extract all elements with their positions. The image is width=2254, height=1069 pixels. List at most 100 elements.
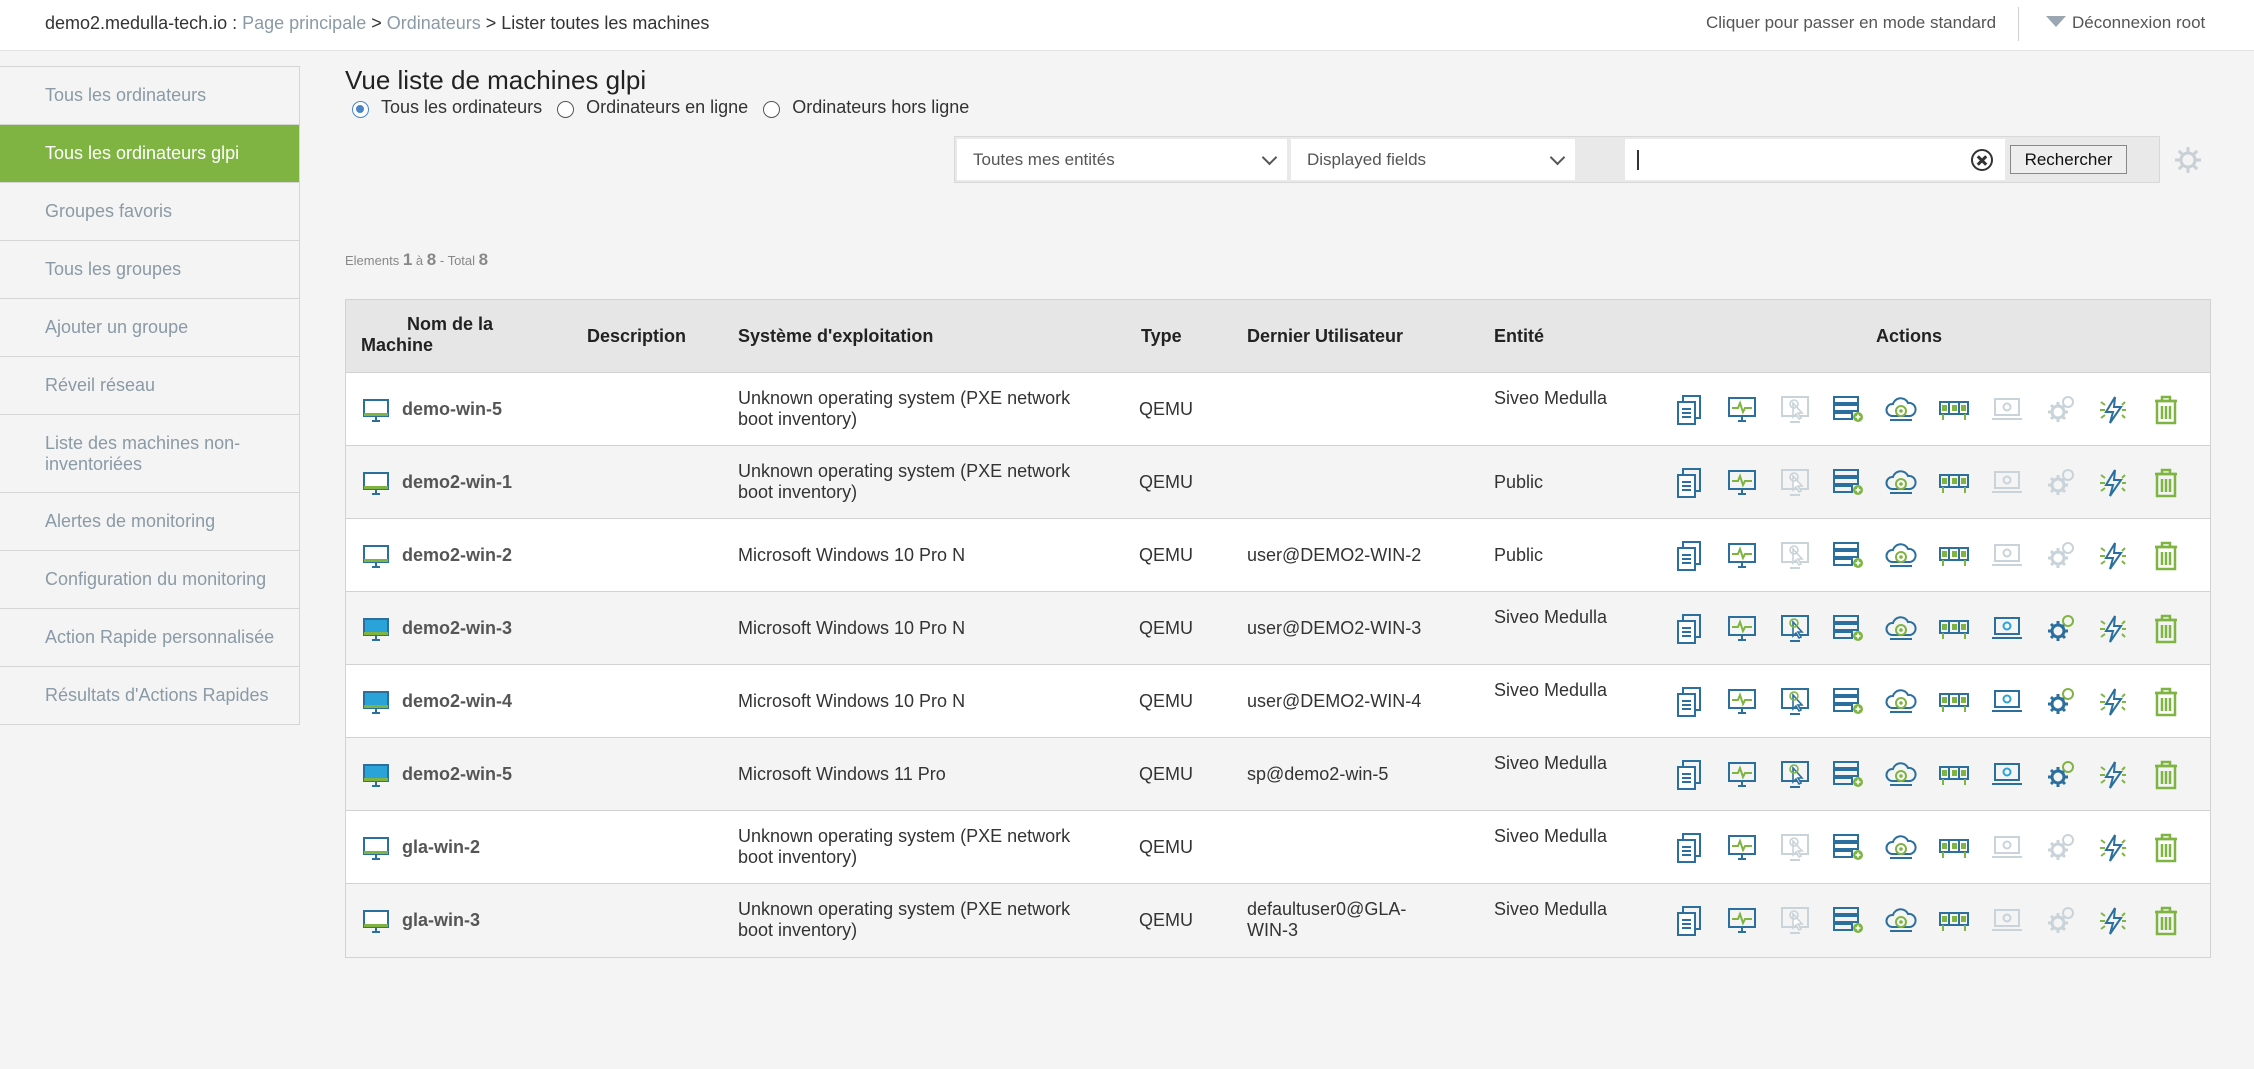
deploy-software-icon[interactable] <box>1821 467 1874 499</box>
deploy-software-icon[interactable] <box>1821 394 1874 426</box>
backup-icon[interactable] <box>1874 613 1927 645</box>
table-row[interactable]: demo2-win-2 Microsoft Windows 10 Pro N QEM… <box>346 519 2210 592</box>
backup-icon[interactable] <box>1874 832 1927 864</box>
breadcrumb-home-link[interactable]: Page principale <box>242 13 366 33</box>
sidebar-item[interactable]: Résultats d'Actions Rapides <box>0 667 299 725</box>
sidebar-item[interactable]: Action Rapide personnalisée <box>0 609 299 667</box>
delete-icon[interactable] <box>2139 686 2192 718</box>
radio-online-computers[interactable] <box>557 101 575 118</box>
wake-on-lan-icon[interactable] <box>2086 394 2139 426</box>
backup-icon[interactable] <box>1874 759 1927 791</box>
inventory-icon[interactable] <box>1662 467 1715 499</box>
wake-on-lan-icon[interactable] <box>2086 759 2139 791</box>
machine-name[interactable]: gla-win-2 <box>402 837 480 858</box>
machine-name[interactable]: demo2-win-1 <box>402 472 512 493</box>
backup-icon[interactable] <box>1874 686 1927 718</box>
inventory-icon[interactable] <box>1662 759 1715 791</box>
entity-select[interactable]: Toutes mes entités <box>957 139 1287 180</box>
backup-icon[interactable] <box>1874 467 1927 499</box>
inventory-icon[interactable] <box>1662 613 1715 645</box>
backup-icon[interactable] <box>1874 905 1927 937</box>
header-entity[interactable]: Entité <box>1494 326 1544 347</box>
header-description[interactable]: Description <box>587 326 686 347</box>
table-row[interactable]: gla-win-2 Unknown operating system (PXE n… <box>346 811 2210 884</box>
table-row[interactable]: gla-win-3 Unknown operating system (PXE n… <box>346 884 2210 957</box>
imaging-icon[interactable] <box>1927 467 1980 499</box>
search-input[interactable] <box>1625 139 2005 180</box>
monitoring-icon[interactable] <box>1715 540 1768 572</box>
quick-action-icon[interactable] <box>2033 759 2086 791</box>
table-row[interactable]: demo2-win-5 Microsoft Windows 11 Pro QEMU s… <box>346 738 2210 811</box>
sidebar-item[interactable]: Configuration du monitoring <box>0 551 299 609</box>
monitoring-icon[interactable] <box>1715 905 1768 937</box>
sidebar-item[interactable]: Réveil réseau <box>0 357 299 415</box>
sidebar-item[interactable]: Tous les ordinateurs <box>0 67 299 125</box>
delete-icon[interactable] <box>2139 467 2192 499</box>
inventory-icon[interactable] <box>1662 832 1715 864</box>
table-row[interactable]: demo2-win-1 Unknown operating system (PXE… <box>346 446 2210 519</box>
wake-on-lan-icon[interactable] <box>2086 905 2139 937</box>
sidebar-item[interactable]: Tous les groupes <box>0 241 299 299</box>
radio-all-computers[interactable] <box>352 101 369 118</box>
deploy-software-icon[interactable] <box>1821 905 1874 937</box>
logout-link[interactable]: Déconnexion root <box>2046 13 2205 33</box>
console-icon[interactable] <box>1980 613 2033 645</box>
remote-desktop-icon[interactable] <box>1768 613 1821 645</box>
quick-action-icon[interactable] <box>2033 613 2086 645</box>
standard-mode-link[interactable]: Cliquer pour passer en mode standard <box>1706 13 1996 33</box>
header-os[interactable]: Système d'exploitation <box>738 326 933 347</box>
console-icon[interactable] <box>1980 759 2033 791</box>
deploy-software-icon[interactable] <box>1821 613 1874 645</box>
imaging-icon[interactable] <box>1927 905 1980 937</box>
monitoring-icon[interactable] <box>1715 613 1768 645</box>
sidebar-item[interactable]: Liste des machines non-inventoriées <box>0 415 299 493</box>
sidebar-item[interactable]: Groupes favoris <box>0 183 299 241</box>
machine-name[interactable]: demo2-win-2 <box>402 545 512 566</box>
remote-desktop-icon[interactable] <box>1768 686 1821 718</box>
imaging-icon[interactable] <box>1927 832 1980 864</box>
machine-name[interactable]: demo2-win-3 <box>402 618 512 639</box>
console-icon[interactable] <box>1980 686 2033 718</box>
delete-icon[interactable] <box>2139 759 2192 791</box>
inventory-icon[interactable] <box>1662 686 1715 718</box>
inventory-icon[interactable] <box>1662 905 1715 937</box>
machine-name[interactable]: demo2-win-5 <box>402 764 512 785</box>
imaging-icon[interactable] <box>1927 613 1980 645</box>
backup-icon[interactable] <box>1874 540 1927 572</box>
header-name[interactable]: Nom de la Machine <box>361 314 493 356</box>
table-row[interactable]: demo2-win-3 Microsoft Windows 10 Pro N QEM… <box>346 592 2210 665</box>
imaging-icon[interactable] <box>1927 686 1980 718</box>
wake-on-lan-icon[interactable] <box>2086 686 2139 718</box>
delete-icon[interactable] <box>2139 905 2192 937</box>
table-row[interactable]: demo-win-5 Unknown operating system (PXE … <box>346 373 2210 446</box>
sidebar-item[interactable]: Alertes de monitoring <box>0 493 299 551</box>
imaging-icon[interactable] <box>1927 759 1980 791</box>
delete-icon[interactable] <box>2139 832 2192 864</box>
imaging-icon[interactable] <box>1927 394 1980 426</box>
wake-on-lan-icon[interactable] <box>2086 613 2139 645</box>
remote-desktop-icon[interactable] <box>1768 759 1821 791</box>
radio-offline-computers[interactable] <box>763 101 781 118</box>
delete-icon[interactable] <box>2139 394 2192 426</box>
deploy-software-icon[interactable] <box>1821 759 1874 791</box>
displayed-fields-select[interactable]: Displayed fields <box>1291 139 1575 180</box>
sidebar-item[interactable]: Tous les ordinateurs glpi <box>0 125 299 183</box>
monitoring-icon[interactable] <box>1715 467 1768 499</box>
wake-on-lan-icon[interactable] <box>2086 540 2139 572</box>
inventory-icon[interactable] <box>1662 540 1715 572</box>
inventory-icon[interactable] <box>1662 394 1715 426</box>
machine-name[interactable]: demo-win-5 <box>402 399 502 420</box>
backup-icon[interactable] <box>1874 394 1927 426</box>
imaging-icon[interactable] <box>1927 540 1980 572</box>
header-last-user[interactable]: Dernier Utilisateur <box>1247 326 1403 347</box>
sidebar-item[interactable]: Ajouter un groupe <box>0 299 299 357</box>
machine-name[interactable]: demo2-win-4 <box>402 691 512 712</box>
breadcrumb-computers-link[interactable]: Ordinateurs <box>387 13 481 33</box>
delete-icon[interactable] <box>2139 613 2192 645</box>
deploy-software-icon[interactable] <box>1821 686 1874 718</box>
monitoring-icon[interactable] <box>1715 832 1768 864</box>
monitoring-icon[interactable] <box>1715 759 1768 791</box>
monitoring-icon[interactable] <box>1715 686 1768 718</box>
wake-on-lan-icon[interactable] <box>2086 467 2139 499</box>
wake-on-lan-icon[interactable] <box>2086 832 2139 864</box>
